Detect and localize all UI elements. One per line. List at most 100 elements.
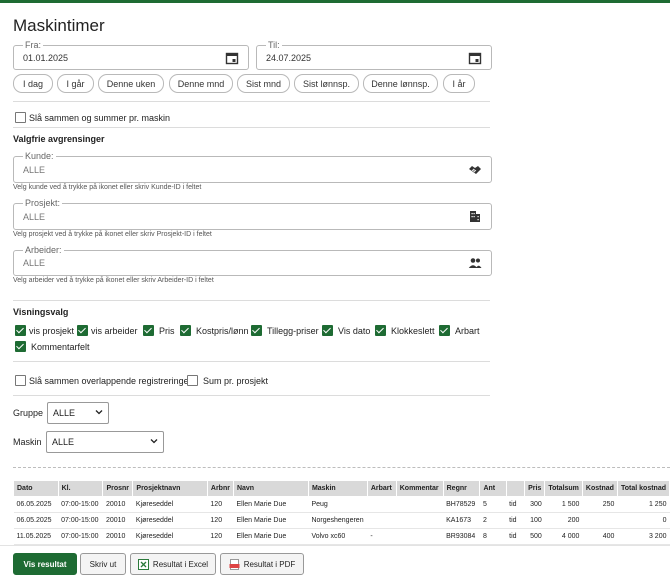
column-header[interactable]: Arbnr	[206, 480, 234, 497]
pdf-button[interactable]: Resultat i PDF	[220, 553, 304, 575]
to-date-field[interactable]: Til: 24.07.2025	[256, 39, 492, 70]
from-date-value: 01.01.2025	[23, 53, 69, 63]
machine-label: Maskin	[13, 437, 42, 447]
worker-field[interactable]: Arbeider: ALLE	[13, 244, 492, 276]
cell-unit: tid	[506, 496, 525, 513]
option-show-project[interactable]: vis prosjekt	[15, 325, 74, 336]
checkbox-box[interactable]	[15, 375, 26, 386]
quick-range-this-year[interactable]: I år	[443, 74, 475, 93]
checkbox-box[interactable]	[180, 325, 191, 336]
checkbox-box[interactable]	[15, 341, 26, 352]
cell-quantity: 8	[479, 528, 507, 545]
top-accent-bar	[0, 0, 670, 3]
checkbox-box[interactable]	[375, 325, 386, 336]
option-label: Arbart	[455, 325, 480, 336]
column-header[interactable]: Regnr	[442, 480, 481, 497]
machine-select-value: ALLE	[52, 437, 75, 447]
column-header[interactable]: Dato	[13, 480, 59, 497]
from-date-field[interactable]: Fra: 01.01.2025	[13, 39, 249, 70]
checkbox-box[interactable]	[251, 325, 262, 336]
column-header[interactable]: Pris	[524, 480, 546, 497]
option-label: vis prosjekt	[29, 325, 75, 336]
column-header[interactable]: Maskin	[307, 480, 368, 497]
cell-worker-no: 120	[207, 528, 234, 545]
column-header[interactable]: Prosnr	[102, 480, 134, 497]
option-comment-field[interactable]: Kommentarfelt	[15, 341, 90, 352]
column-header[interactable]: Total kostnad	[616, 480, 670, 497]
calendar-icon[interactable]	[468, 51, 482, 65]
quick-range-last-month[interactable]: Sist mnd	[237, 74, 290, 93]
to-date-value: 24.07.2025	[266, 53, 312, 63]
column-header[interactable]: Arbart	[366, 480, 397, 497]
checkbox-box[interactable]	[187, 375, 198, 386]
worker-help: Velg arbeider ved å trykke på ikonet ell…	[13, 277, 214, 284]
people-icon[interactable]	[468, 256, 482, 270]
quick-range-last-payperiod[interactable]: Sist lønnsp.	[294, 74, 359, 93]
view-heading: Visningsvalg	[13, 307, 69, 317]
excel-button-label: Resultat i Excel	[152, 559, 209, 569]
cell-regnr: BH78529	[443, 496, 480, 513]
option-label: Kostpris/lønn	[196, 325, 249, 336]
column-header[interactable]: Kostnad	[581, 480, 618, 497]
excel-button[interactable]: Resultat i Excel	[130, 553, 216, 575]
cell-total-cost: 3 200	[617, 528, 670, 545]
column-header[interactable]: Kl.	[57, 480, 104, 497]
sum-project-checkbox[interactable]: Sum pr. prosjekt	[187, 375, 268, 386]
option-show-worker[interactable]: vis arbeider	[77, 325, 138, 336]
quick-range-today[interactable]: I dag	[13, 74, 53, 93]
quick-range-this-week[interactable]: Denne uken	[98, 74, 164, 93]
table-row[interactable]: 06.05.2025 07:00-15:00 20010 Kjøreseddel…	[13, 512, 670, 529]
cell-project-no: 20010	[102, 512, 133, 529]
merge-machine-checkbox[interactable]: Slå sammen og summer pr. maskin	[15, 112, 170, 123]
column-header[interactable]: Kommentar	[395, 480, 444, 497]
divider	[13, 361, 490, 362]
option-cost[interactable]: Kostpris/lønn	[180, 325, 249, 336]
cell-worker-no: 120	[207, 496, 234, 513]
option-label: Tillegg-priser	[267, 325, 319, 336]
checkbox-box[interactable]	[143, 325, 154, 336]
checkbox-box[interactable]	[322, 325, 333, 336]
cell-comment	[396, 528, 444, 545]
building-icon[interactable]	[468, 209, 482, 223]
calendar-icon[interactable]	[225, 51, 239, 65]
column-header[interactable]: Totalsum	[544, 480, 583, 497]
column-header[interactable]	[505, 480, 526, 497]
checkbox-box[interactable]	[77, 325, 88, 336]
quick-range-this-payperiod[interactable]: Denne lønnsp.	[363, 74, 438, 93]
cell-price: 300	[524, 496, 545, 513]
table-row[interactable]: 06.05.2025 07:00-15:00 20010 Kjøreseddel…	[13, 496, 670, 513]
cell-quantity: 2	[479, 512, 507, 529]
cell-unit: tid	[506, 512, 525, 529]
column-header[interactable]: Ant	[479, 480, 507, 497]
option-price[interactable]: Pris	[143, 325, 175, 336]
customer-field[interactable]: Kunde: ALLE	[13, 150, 492, 183]
option-work-type[interactable]: Arbart	[439, 325, 480, 336]
option-time[interactable]: Klokkeslett	[375, 325, 435, 336]
option-extra-prices[interactable]: Tillegg-priser	[251, 325, 319, 336]
cell-total-cost: 1 250	[617, 496, 670, 513]
show-result-button[interactable]: Vis resultat	[13, 553, 77, 575]
merge-overlap-checkbox[interactable]: Slå sammen overlappende registreringer	[15, 375, 192, 386]
customer-value: ALLE	[23, 165, 46, 175]
project-field[interactable]: Prosjekt: ALLE	[13, 197, 492, 230]
option-label: Klokkeslett	[391, 325, 435, 336]
pdf-button-label: Resultat i PDF	[243, 559, 296, 569]
quick-range-yesterday[interactable]: I går	[57, 74, 94, 93]
option-show-date[interactable]: Vis dato	[322, 325, 370, 336]
column-header[interactable]: Prosjektnavn	[132, 480, 208, 497]
machine-select[interactable]: ALLE	[46, 431, 164, 453]
column-header[interactable]: Navn	[232, 480, 309, 497]
print-button[interactable]: Skriv ut	[80, 553, 126, 575]
checkbox-box[interactable]	[15, 325, 26, 336]
table-row[interactable]: 11.05.2025 07:00-15:00 20010 Kjøreseddel…	[13, 528, 670, 545]
project-label: Prosjekt:	[23, 197, 63, 209]
cell-time: 07:00-15:00	[58, 528, 103, 545]
checkbox-box[interactable]	[15, 112, 26, 123]
group-select[interactable]: ALLE	[47, 402, 109, 424]
filters-heading: Valgfrie avgrensinger	[13, 134, 105, 144]
handshake-icon[interactable]	[468, 162, 482, 176]
merge-overlap-label: Slå sammen overlappende registreringer	[29, 375, 192, 386]
checkbox-box[interactable]	[439, 325, 450, 336]
quick-range-this-month[interactable]: Denne mnd	[169, 74, 233, 93]
group-label: Gruppe	[13, 408, 44, 418]
